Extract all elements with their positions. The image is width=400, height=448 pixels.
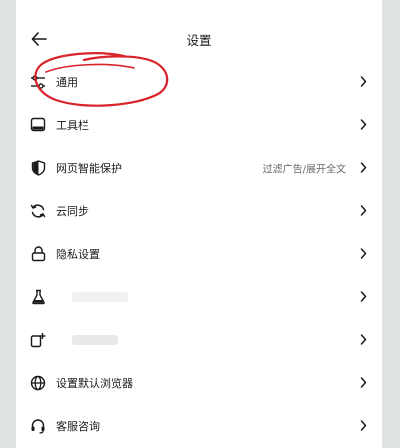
chevron-right-icon	[358, 291, 368, 303]
chevron-right-icon	[358, 205, 368, 217]
setting-row-lab[interactable]	[16, 275, 382, 318]
setting-row-cloud-sync[interactable]: 云同步	[16, 189, 382, 232]
sync-icon	[29, 202, 47, 220]
chevron-right-icon	[358, 76, 368, 88]
lock-icon	[29, 245, 47, 263]
setting-label: 设置默认浏览器	[56, 376, 133, 390]
headset-icon	[29, 417, 47, 435]
flask-icon	[29, 288, 47, 306]
setting-label: 网页智能保护	[56, 161, 122, 175]
redacted-label	[72, 334, 118, 345]
setting-row-customer-service[interactable]: 客服咨询	[16, 404, 382, 447]
globe-icon	[29, 374, 47, 392]
chevron-right-icon	[358, 377, 368, 389]
redacted-label	[72, 291, 128, 302]
setting-value: 过滤广告/展开全文	[262, 164, 346, 175]
setting-label: 工具栏	[56, 118, 89, 132]
setting-label: 客服咨询	[56, 419, 100, 433]
setting-row-general[interactable]: 通用	[16, 60, 382, 103]
toolbar-icon	[29, 116, 47, 134]
setting-label: 云同步	[56, 204, 89, 218]
setting-row-privacy[interactable]: 隐私设置	[16, 232, 382, 275]
setting-label: 通用	[56, 75, 78, 89]
chevron-right-icon	[358, 119, 368, 131]
app-add-icon	[29, 331, 47, 349]
back-button[interactable]	[26, 26, 52, 52]
settings-screen: 设置 通用 工具栏 网页智能保护 过滤广告/展开全文 云同步 隐私设置 设置默认…	[16, 0, 382, 448]
chevron-right-icon	[358, 248, 368, 260]
setting-row-default-browser[interactable]: 设置默认浏览器	[16, 361, 382, 404]
setting-row-web-protection[interactable]: 网页智能保护 过滤广告/展开全文	[16, 146, 382, 189]
setting-row-toolbar[interactable]: 工具栏	[16, 103, 382, 146]
shield-icon	[29, 159, 47, 177]
sliders-icon	[29, 73, 47, 91]
setting-label: 隐私设置	[56, 247, 100, 261]
chevron-right-icon	[358, 162, 368, 174]
page-title: 设置	[186, 33, 212, 48]
chevron-right-icon	[358, 334, 368, 346]
chevron-right-icon	[358, 420, 368, 432]
back-arrow-icon	[31, 32, 47, 46]
setting-row-app-add[interactable]	[16, 318, 382, 361]
